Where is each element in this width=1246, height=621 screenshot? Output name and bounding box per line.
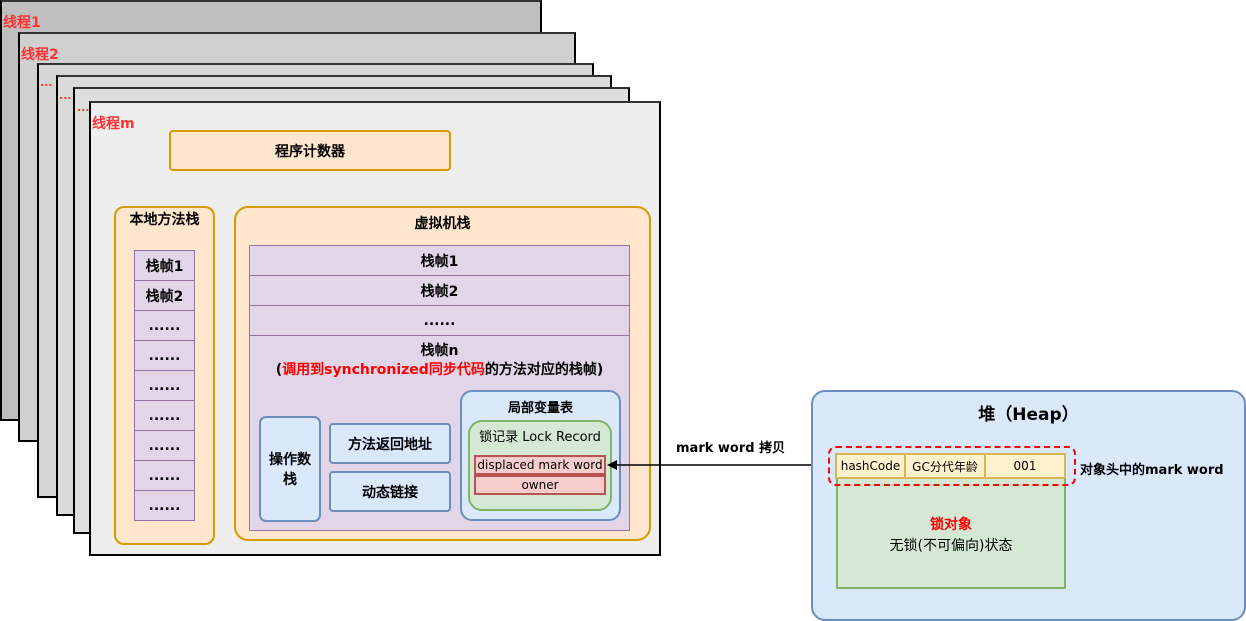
lock-record-title: 锁记录 Lock Record [479, 430, 601, 445]
native-stack-frame: ...... [134, 490, 195, 521]
native-stack-title: 本地方法栈 [129, 212, 200, 228]
thread-m-label: 线程m [92, 116, 135, 132]
vm-stack-frame: 栈帧2 [249, 275, 630, 306]
program-counter: 程序计数器 [169, 130, 451, 171]
ellipsis-1: ... [40, 76, 53, 89]
ellipsis-2: ... [59, 89, 72, 102]
native-stack-frame: ...... [134, 370, 195, 401]
thread-2-label: 线程2 [21, 47, 59, 63]
native-stack-frame: 栈帧2 [134, 280, 195, 311]
frame-n-rest: 的方法对应的栈帧) [484, 362, 604, 378]
native-stack-frame: ...... [134, 430, 195, 461]
vm-stack-title: 虚拟机栈 [414, 216, 471, 232]
lock-object-state: 无锁(不可偏向)状态 [889, 538, 1013, 554]
frame-n-title: 栈帧n (调用到synchronized同步代码的方法对应的栈帧) [249, 342, 630, 380]
heap-title: 堆（Heap） [978, 405, 1079, 425]
lock-object-title: 锁对象 [930, 517, 972, 533]
frame-n-highlight: 调用到synchronized同步代码 [282, 362, 485, 378]
thread-1-label: 线程1 [3, 15, 41, 31]
mark-word-highlight [828, 446, 1076, 486]
vm-stack-frame: ...... [249, 305, 630, 336]
mark-word-label: 对象头中的mark word [1080, 463, 1224, 478]
return-address: 方法返回地址 [329, 423, 451, 464]
native-stack-frame: ...... [134, 310, 195, 341]
copy-arrow [607, 460, 836, 470]
native-stack-frame: ...... [134, 340, 195, 371]
owner: owner [474, 475, 606, 495]
local-vars-title: 局部变量表 [507, 401, 573, 416]
copy-arrow-label: mark word 拷贝 [676, 441, 786, 456]
native-stack-frame: ...... [134, 460, 195, 491]
operand-stack: 操作数栈 [259, 416, 321, 522]
native-stack-frame: 栈帧1 [134, 250, 195, 281]
displaced-mark-word: displaced mark word [474, 455, 606, 475]
dynamic-link: 动态链接 [329, 471, 451, 512]
native-stack-frame: ...... [134, 400, 195, 431]
ellipsis-3: ... [77, 101, 90, 114]
vm-stack-frame: 栈帧1 [249, 245, 630, 276]
frame-n-name: 栈帧n [420, 343, 459, 359]
